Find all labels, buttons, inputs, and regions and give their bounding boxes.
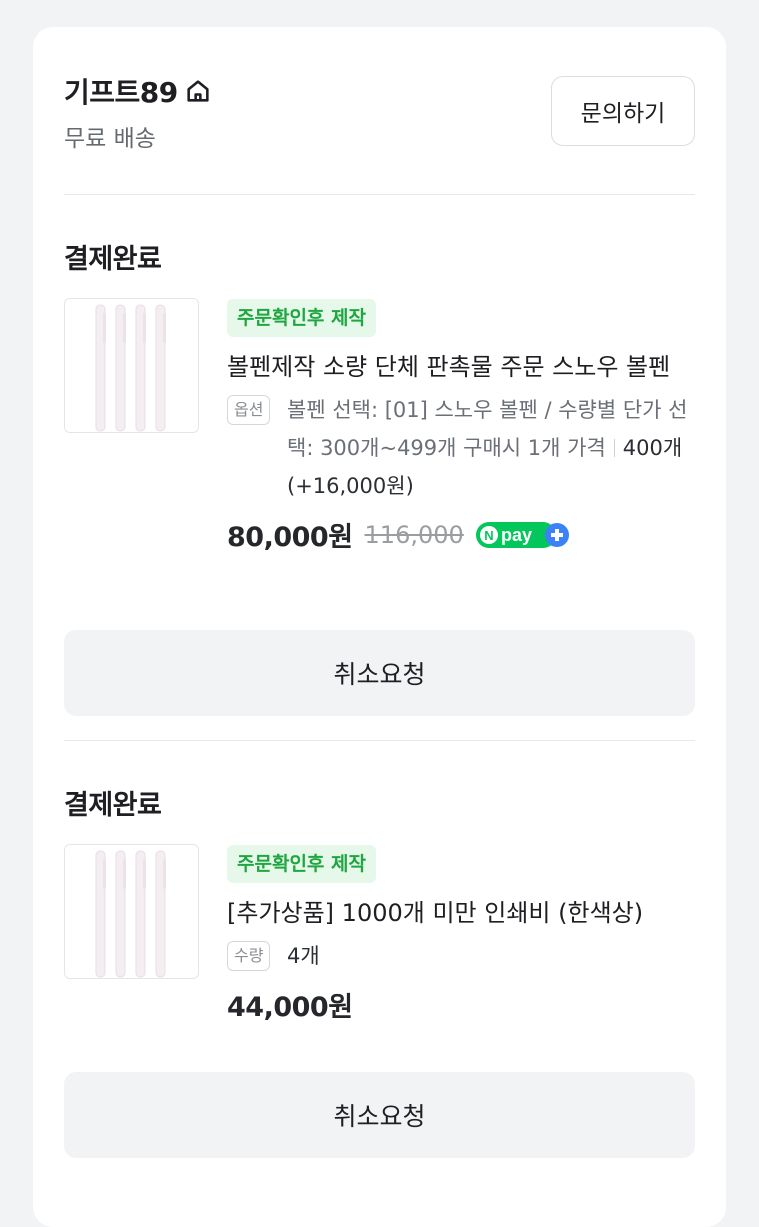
order-item: 결제완료 주문확인후 제작 볼펜제작 소량 단체 판촉물 주문 스노우 볼펜 옵…: [64, 195, 695, 741]
product-title[interactable]: 볼펜제작 소량 단체 판촉물 주문 스노우 볼펜: [227, 351, 695, 383]
seller-header: 기프트89 무료 배송 문의하기: [64, 27, 695, 195]
original-price: 116,000: [364, 520, 464, 549]
npay-plus-icon: N pay: [475, 521, 570, 549]
price-row: 80,000원 116,000 N pay: [227, 515, 695, 554]
seller-name[interactable]: 기프트89: [64, 71, 178, 111]
price: 80,000원: [227, 522, 353, 553]
option-tag: 옵션: [227, 395, 271, 425]
cancel-request-button[interactable]: 취소요청: [64, 1072, 695, 1158]
product-thumbnail[interactable]: [64, 298, 199, 433]
order-card: 기프트89 무료 배송 문의하기 결제완료 주문확인후 제작 볼펜제작 소량 단…: [33, 27, 726, 1227]
production-badge: 주문확인후 제작: [227, 845, 376, 883]
svg-text:N: N: [484, 528, 493, 543]
product-thumbnail[interactable]: [64, 844, 199, 979]
order-status: 결제완료: [64, 790, 162, 821]
separator: [613, 439, 615, 457]
product-info: 주문확인후 제작 [추가상품] 1000개 미만 인쇄비 (한색상) 수량 4개…: [227, 845, 695, 1024]
home-icon[interactable]: [184, 77, 212, 105]
option-row: 옵션 볼펜 선택: [01] 스노우 볼펜 / 수량별 단가 선택: 300개~…: [227, 391, 695, 505]
price: 44,000원: [227, 992, 353, 1023]
order-item: 결제완료 주문확인후 제작 [추가상품] 1000개 미만 인쇄비 (한색상) …: [64, 741, 695, 1201]
svg-text:pay: pay: [501, 525, 532, 545]
shipping-info: 무료 배송: [64, 126, 156, 152]
product-info: 주문확인후 제작 볼펜제작 소량 단체 판촉물 주문 스노우 볼펜 옵션 볼펜 …: [227, 299, 695, 554]
order-status: 결제완료: [64, 244, 162, 275]
quantity-value: 4개: [287, 944, 320, 968]
seller-link[interactable]: 기프트89: [64, 71, 212, 111]
inquiry-button[interactable]: 문의하기: [551, 76, 695, 146]
cancel-request-button[interactable]: 취소요청: [64, 630, 695, 716]
production-badge: 주문확인후 제작: [227, 299, 376, 337]
product-title[interactable]: [추가상품] 1000개 미만 인쇄비 (한색상): [227, 897, 695, 929]
option-row: 수량 4개: [227, 937, 695, 975]
quantity-tag: 수량: [227, 941, 271, 971]
price-row: 44,000원: [227, 985, 695, 1024]
